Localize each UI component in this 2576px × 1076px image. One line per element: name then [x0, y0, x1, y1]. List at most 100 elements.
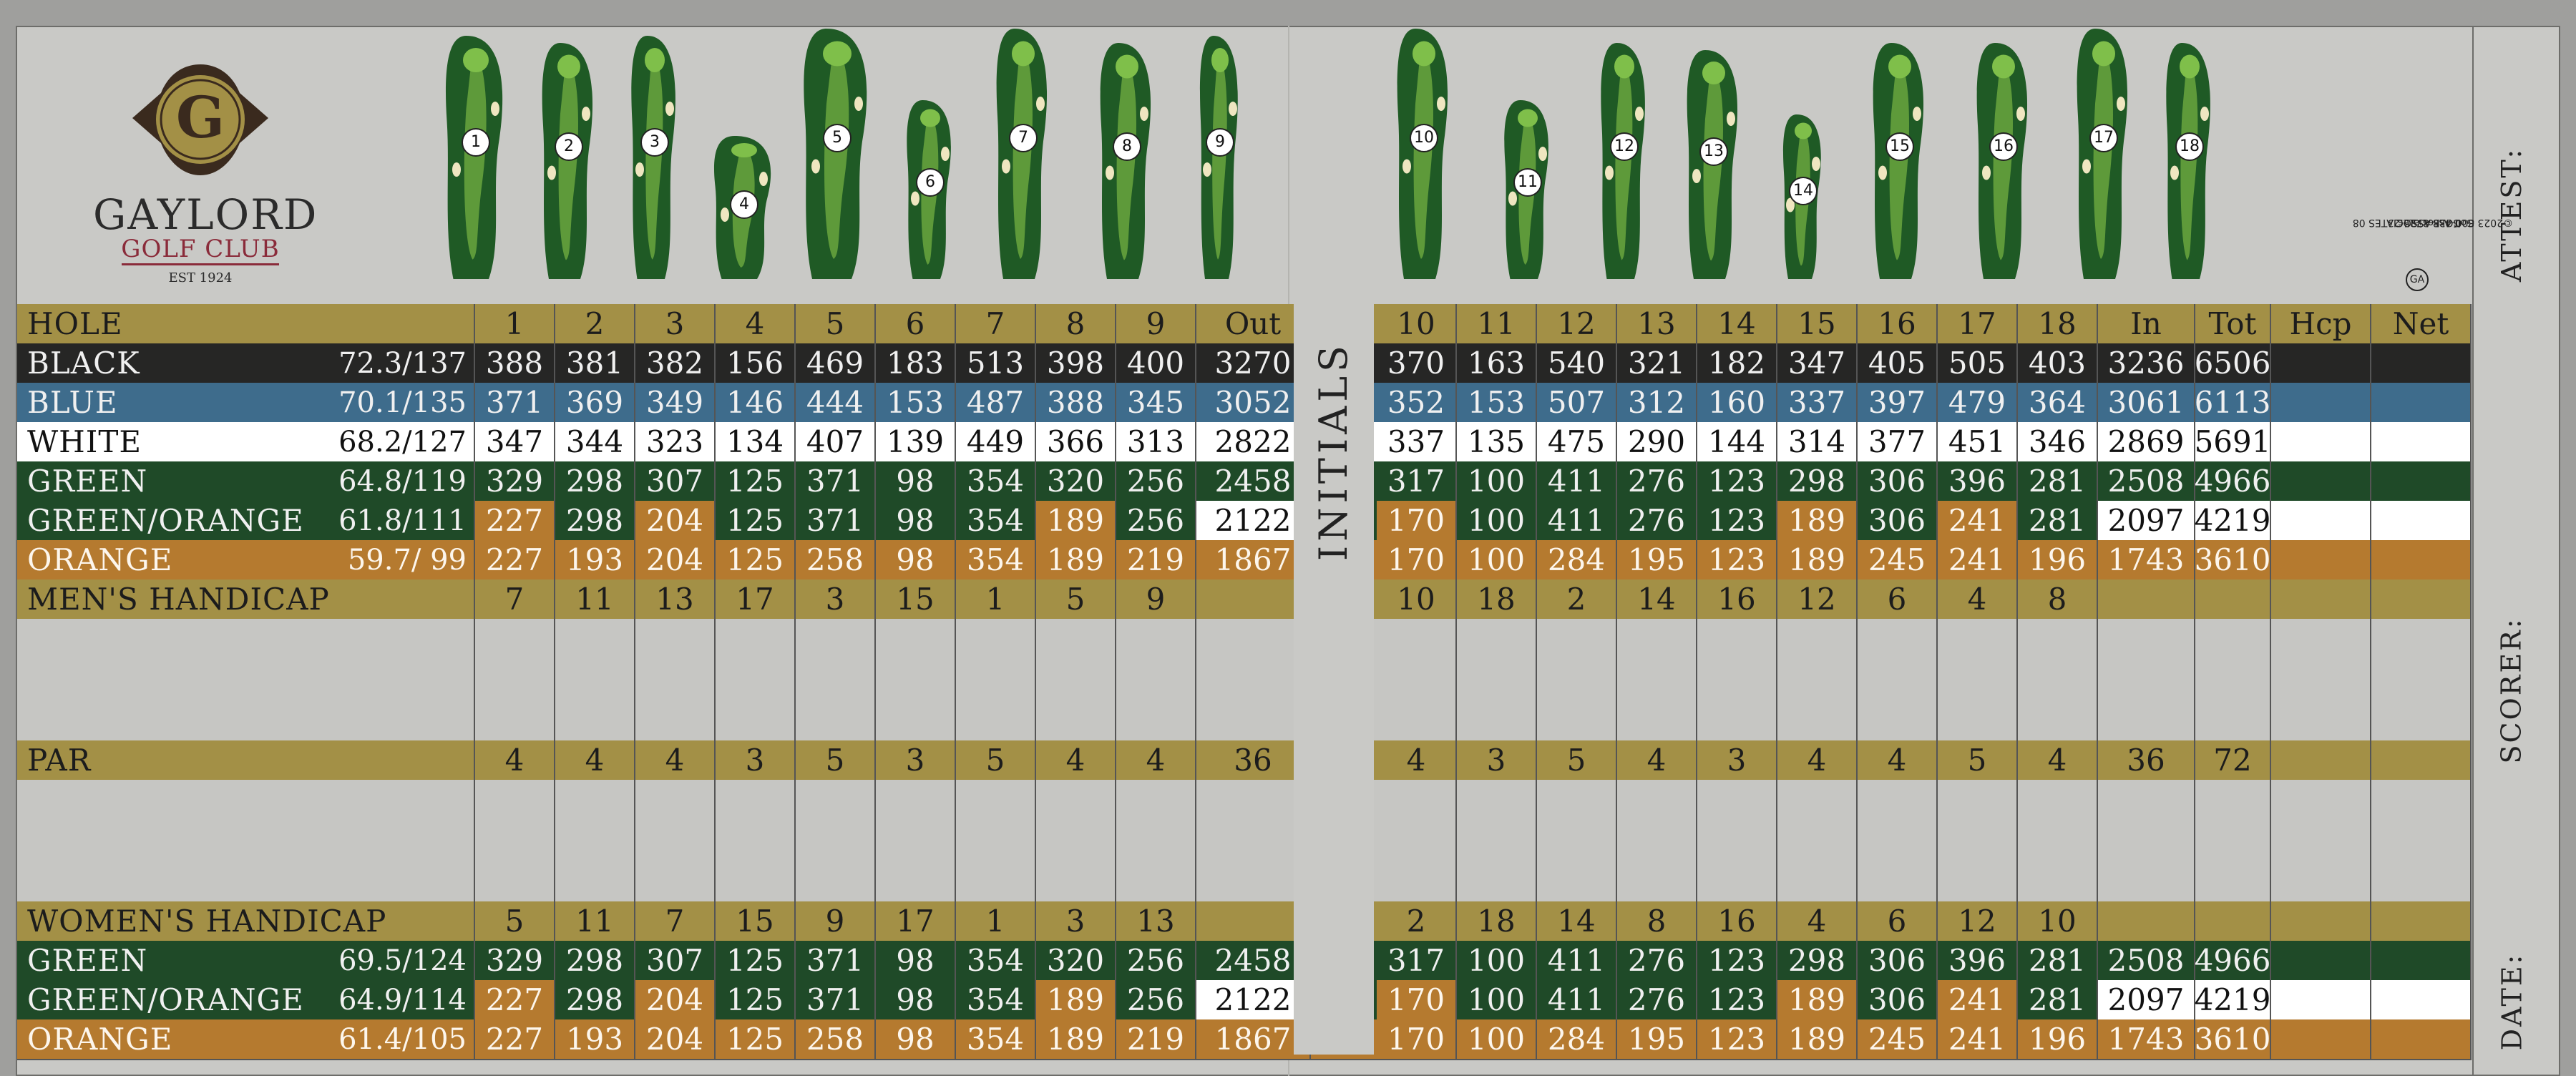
score-cell[interactable] [716, 680, 796, 740]
score-cell[interactable] [956, 780, 1036, 841]
score-cell: 411 [1537, 941, 1617, 980]
score-cell[interactable] [635, 841, 716, 901]
row-label: GREEN [27, 943, 148, 978]
score-cell[interactable] [1777, 680, 1858, 740]
score-cell[interactable] [1777, 780, 1858, 841]
score-cell[interactable] [2195, 841, 2271, 901]
score-cell[interactable] [716, 619, 796, 680]
score-cell: 398 [1036, 343, 1116, 383]
score-cell[interactable] [2195, 619, 2271, 680]
score-cell[interactable] [475, 780, 555, 841]
score-cell[interactable] [1537, 680, 1617, 740]
score-cell[interactable] [1617, 680, 1697, 740]
row-blank2 [17, 680, 2472, 742]
score-cell[interactable] [2098, 680, 2195, 740]
score-cell: 396 [1938, 461, 2018, 501]
score-cell[interactable] [1116, 619, 1196, 680]
score-cell[interactable] [876, 680, 956, 740]
score-cell[interactable] [475, 619, 555, 680]
score-cell[interactable] [475, 841, 555, 901]
score-cell[interactable] [1377, 841, 1457, 901]
score-cell[interactable] [1617, 780, 1697, 841]
score-cell[interactable] [2371, 680, 2472, 740]
score-cell[interactable] [2271, 619, 2371, 680]
score-cell[interactable] [876, 619, 956, 680]
score-cell[interactable] [1036, 841, 1116, 901]
score-cell[interactable] [555, 841, 635, 901]
score-cell: 5 [1938, 740, 2018, 780]
score-cell[interactable] [956, 841, 1036, 901]
score-cell[interactable] [2271, 841, 2371, 901]
score-cell[interactable] [796, 619, 876, 680]
score-cell[interactable] [555, 619, 635, 680]
score-cell[interactable] [1777, 619, 1858, 680]
score-cell[interactable] [635, 780, 716, 841]
score-cell[interactable] [1858, 619, 1938, 680]
score-cell[interactable] [1116, 841, 1196, 901]
score-cell: 100 [1457, 1019, 1537, 1059]
score-cell[interactable] [716, 780, 796, 841]
score-cell[interactable] [1938, 780, 2018, 841]
fairway-icon [631, 36, 675, 279]
score-cell[interactable] [796, 780, 876, 841]
score-cell[interactable] [1036, 780, 1116, 841]
score-cell[interactable] [1697, 619, 1777, 680]
score-cell[interactable] [716, 841, 796, 901]
score-cell[interactable] [555, 680, 635, 740]
score-cell[interactable] [1697, 841, 1777, 901]
score-cell[interactable] [2271, 780, 2371, 841]
score-cell[interactable] [876, 841, 956, 901]
score-cell[interactable] [796, 680, 876, 740]
score-cell[interactable] [2098, 780, 2195, 841]
score-cell[interactable] [1858, 780, 1938, 841]
score-cell[interactable] [1938, 619, 2018, 680]
score-cell[interactable] [2018, 680, 2098, 740]
score-cell[interactable] [1036, 680, 1116, 740]
score-cell[interactable] [1938, 680, 2018, 740]
score-cell[interactable] [2195, 680, 2271, 740]
score-cell[interactable] [2195, 780, 2271, 841]
score-cell[interactable] [1377, 619, 1457, 680]
score-cell[interactable] [1938, 841, 2018, 901]
score-cell[interactable] [1036, 619, 1116, 680]
score-cell[interactable] [2371, 619, 2472, 680]
score-cell: 160 [1697, 383, 1777, 422]
score-cell[interactable] [2018, 780, 2098, 841]
score-cell[interactable] [2018, 619, 2098, 680]
score-cell[interactable] [2271, 680, 2371, 740]
score-cell[interactable] [876, 780, 956, 841]
score-cell[interactable] [1537, 780, 1617, 841]
score-cell[interactable] [956, 619, 1036, 680]
score-cell[interactable] [2371, 841, 2472, 901]
score-cell[interactable] [1457, 780, 1537, 841]
score-cell[interactable] [1697, 780, 1777, 841]
row-w-green: GREEN 69.5/124 329 298 307 125 371 98 354 320 256 2… [17, 941, 2472, 982]
score-cell[interactable] [555, 780, 635, 841]
score-cell[interactable] [1617, 841, 1697, 901]
score-cell[interactable] [1377, 680, 1457, 740]
score-cell[interactable] [1116, 780, 1196, 841]
score-cell[interactable] [1537, 619, 1617, 680]
score-cell[interactable] [1777, 841, 1858, 901]
score-cell[interactable] [2371, 780, 2472, 841]
score-cell[interactable] [475, 680, 555, 740]
score-cell[interactable] [956, 680, 1036, 740]
score-cell[interactable] [796, 841, 876, 901]
score-cell[interactable] [1116, 680, 1196, 740]
score-cell[interactable] [2018, 841, 2098, 901]
score-cell: 12 [1537, 304, 1617, 343]
score-cell[interactable] [1377, 780, 1457, 841]
score-cell[interactable] [1858, 841, 1938, 901]
score-cell[interactable] [1457, 680, 1537, 740]
score-cell[interactable] [1457, 841, 1537, 901]
score-cell[interactable] [1457, 619, 1537, 680]
score-cell[interactable] [1537, 841, 1617, 901]
score-cell[interactable] [2098, 841, 2195, 901]
score-cell[interactable] [1617, 619, 1697, 680]
score-cell[interactable] [1858, 680, 1938, 740]
row-label: ORANGE [27, 542, 173, 577]
score-cell[interactable] [635, 680, 716, 740]
score-cell[interactable] [1697, 680, 1777, 740]
score-cell[interactable] [2098, 619, 2195, 680]
score-cell[interactable] [635, 619, 716, 680]
